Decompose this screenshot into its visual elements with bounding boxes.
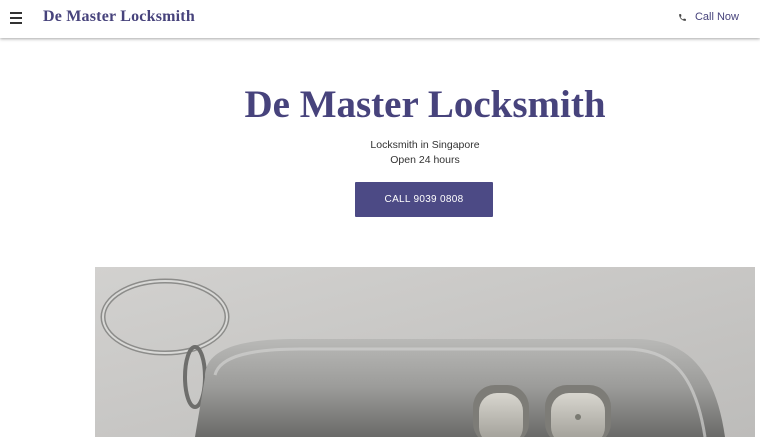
phone-icon — [679, 13, 686, 21]
site-brand[interactable]: De Master Locksmith — [43, 8, 195, 26]
hero-subtitle-block: Locksmith in Singapore Open 24 hours — [0, 138, 760, 168]
call-phone-button[interactable]: CALL 9039 0808 — [355, 182, 493, 217]
top-navigation-bar: De Master Locksmith Call Now — [0, 0, 760, 38]
business-category: Locksmith in Singapore — [370, 139, 480, 151]
opening-hours: Open 24 hours — [390, 154, 460, 166]
call-now-label: Call Now — [694, 11, 739, 23]
hero-photo-car-key-fob — [95, 267, 755, 437]
hamburger-menu-icon[interactable] — [10, 12, 22, 24]
call-now-link[interactable]: Call Now — [678, 11, 739, 23]
hero-title: De Master Locksmith — [244, 83, 606, 126]
